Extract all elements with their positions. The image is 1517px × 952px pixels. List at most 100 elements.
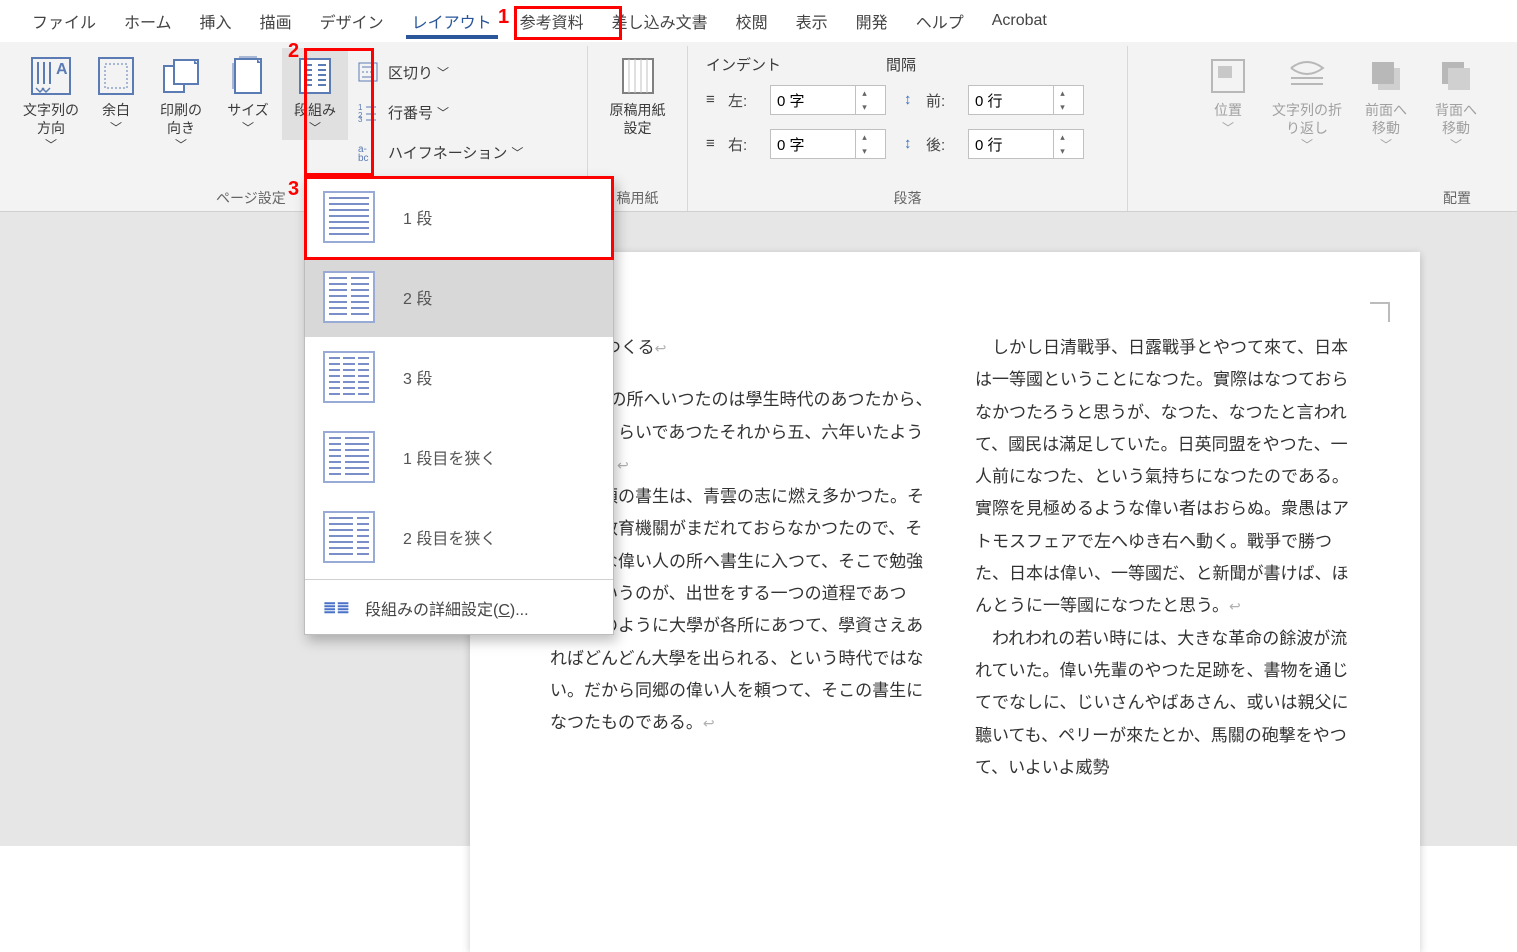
send-backward-button: 背面へ 移動 ﹀ — [1423, 48, 1489, 157]
wrap-text-button: 文字列の折 り返し ﹀ — [1265, 48, 1349, 157]
tab-file[interactable]: ファイル — [18, 1, 110, 41]
columns-option-three[interactable]: 3 段 — [305, 337, 613, 417]
annotation-number-2: 2 — [288, 40, 299, 63]
columns-three-icon — [323, 351, 375, 403]
tab-design[interactable]: デザイン — [306, 1, 398, 41]
hyphenation-label: ハイフネーション — [388, 142, 507, 163]
paragraph-mark-icon: ↩ — [703, 717, 715, 732]
spin-down-icon[interactable]: ▾ — [856, 144, 873, 158]
orientation-icon — [159, 54, 203, 98]
manuscript-paper-icon — [616, 54, 660, 98]
indent-left-label: 左: — [728, 90, 747, 111]
margins-button[interactable]: 余白 ﹀ — [88, 48, 144, 140]
group-paragraph-label: 段落 — [696, 187, 1119, 209]
orientation-button[interactable]: 印刷の 向き ﹀ — [148, 48, 214, 157]
group-arrange-label: 配置 — [1136, 187, 1501, 209]
page-corner-mark — [1370, 302, 1390, 322]
document-canvas: 人をつくる↩ #上侯の所へいつたのは學生時代のあつたから、二十歳くらいであつたそ… — [0, 212, 1517, 846]
send-backward-label: 背面へ 移動 — [1435, 102, 1477, 137]
paragraph-mark-icon: ↩ — [617, 459, 629, 474]
indent-left-spin[interactable]: ▴▾ — [770, 85, 886, 115]
chevron-down-icon: ﹀ — [242, 122, 254, 134]
spin-down-icon[interactable]: ▾ — [856, 100, 873, 114]
chevron-down-icon: ﹀ — [1450, 139, 1462, 151]
breaks-icon — [356, 60, 380, 84]
spacing-after-spin[interactable]: ▴▾ — [968, 129, 1084, 159]
columns-narrow-left-icon — [323, 431, 375, 483]
columns-option-narrow-second[interactable]: 2 段目を狭く — [305, 497, 613, 577]
spacing-after-input[interactable] — [969, 136, 1053, 153]
columns-option-label: 2 段目を狭く — [403, 525, 496, 549]
margins-icon — [94, 54, 138, 98]
size-label: サイズ — [227, 102, 269, 120]
columns-dropdown: 1 段 2 段 3 段 1 段目を狭く 2 段目を狭く ≣≣ 段組みの詳細設定(… — [304, 176, 614, 635]
columns-option-label: 3 段 — [403, 365, 432, 389]
columns-option-label: 2 段 — [403, 285, 432, 309]
tab-view[interactable]: 表示 — [782, 1, 842, 41]
paragraph-mark-icon: ↩ — [1229, 600, 1241, 615]
spin-up-icon[interactable]: ▴ — [856, 86, 873, 100]
indent-right-spin[interactable]: ▴▾ — [770, 129, 886, 159]
tab-mailings[interactable]: 差し込み文書 — [598, 1, 722, 41]
columns-option-one[interactable]: 1 段 — [305, 177, 613, 257]
breaks-button[interactable]: 区切り ﹀ — [350, 52, 529, 92]
spin-down-icon[interactable]: ▾ — [1054, 100, 1071, 114]
columns-option-two[interactable]: 2 段 — [305, 257, 613, 337]
spacing-before-spin[interactable]: ▴▾ — [968, 85, 1084, 115]
spin-down-icon[interactable]: ▾ — [1054, 144, 1071, 158]
columns-label: 段組み — [294, 102, 336, 120]
line-numbers-icon: 123 — [356, 100, 380, 124]
indent-left-icon: ≡ — [706, 91, 724, 109]
spin-up-icon[interactable]: ▴ — [1054, 86, 1071, 100]
svg-text:bc: bc — [358, 153, 369, 162]
spacing-before-label: 前: — [926, 90, 945, 111]
text-direction-label: 文字列の 方向 — [23, 102, 79, 137]
columns-more-options[interactable]: ≣≣ 段組みの詳細設定(C)... — [305, 582, 613, 634]
annotation-number-1: 1 — [498, 6, 509, 29]
svg-text:3: 3 — [358, 115, 363, 122]
tab-help[interactable]: ヘルプ — [902, 1, 978, 41]
svg-text:A: A — [56, 61, 68, 78]
indent-header: インデント — [706, 54, 886, 75]
hyphenation-button[interactable]: a-bc ハイフネーション ﹀ — [350, 132, 529, 172]
columns-two-icon — [323, 271, 375, 323]
tab-draw[interactable]: 描画 — [246, 1, 306, 41]
columns-more-icon: ≣≣ — [323, 598, 347, 618]
tab-developer[interactable]: 開発 — [842, 1, 902, 41]
manuscript-paper-button[interactable]: 原稿用紙 設定 — [598, 48, 677, 143]
chevron-down-icon: ﹀ — [1380, 139, 1392, 151]
text-direction-icon: A — [29, 54, 73, 98]
tab-acrobat[interactable]: Acrobat — [978, 4, 1061, 38]
document-column-2: しかし日清戰爭、日露戰爭とやつて來て、日本は一等國ということになつた。實際はなつ… — [975, 332, 1360, 784]
columns-icon — [293, 54, 337, 98]
spacing-before-icon: ↕ — [904, 91, 922, 109]
tab-review[interactable]: 校閲 — [722, 1, 782, 41]
manuscript-paper-label: 原稿用紙 設定 — [610, 102, 666, 137]
indent-right-input[interactable] — [771, 136, 855, 153]
tab-insert[interactable]: 挿入 — [186, 1, 246, 41]
position-icon — [1206, 54, 1250, 98]
chevron-down-icon: ﹀ — [309, 122, 321, 134]
indent-right-icon: ≡ — [706, 135, 724, 153]
text-direction-button[interactable]: A 文字列の 方向 ﹀ — [18, 48, 84, 157]
spin-up-icon[interactable]: ▴ — [1054, 130, 1071, 144]
line-numbers-button[interactable]: 123 行番号 ﹀ — [350, 92, 529, 132]
spin-up-icon[interactable]: ▴ — [856, 130, 873, 144]
columns-narrow-right-icon — [323, 511, 375, 563]
position-button: 位置 ﹀ — [1195, 48, 1261, 140]
tab-layout[interactable]: レイアウト — [398, 1, 506, 41]
tab-references[interactable]: 参考資料 — [506, 1, 598, 41]
bring-forward-icon — [1364, 54, 1408, 98]
document-text: われわれの若い時には、大きな革命の餘波が流れていた。偉い先輩のやつた足跡を、書物… — [975, 623, 1360, 784]
size-button[interactable]: サイズ ﹀ — [218, 48, 278, 140]
chevron-down-icon: ﹀ — [110, 122, 122, 134]
document-text: しかし日清戰爭、日露戰爭とやつて來て、日本は一等國ということになつた。實際はなつ… — [975, 338, 1349, 615]
spacing-after-label: 後: — [926, 134, 945, 155]
tab-home[interactable]: ホーム — [110, 1, 186, 41]
columns-option-narrow-first[interactable]: 1 段目を狭く — [305, 417, 613, 497]
position-label: 位置 — [1214, 102, 1242, 120]
chevron-down-icon: ﹀ — [437, 67, 449, 79]
indent-left-input[interactable] — [771, 92, 855, 109]
orientation-label: 印刷の 向き — [160, 102, 202, 137]
spacing-before-input[interactable] — [969, 92, 1053, 109]
